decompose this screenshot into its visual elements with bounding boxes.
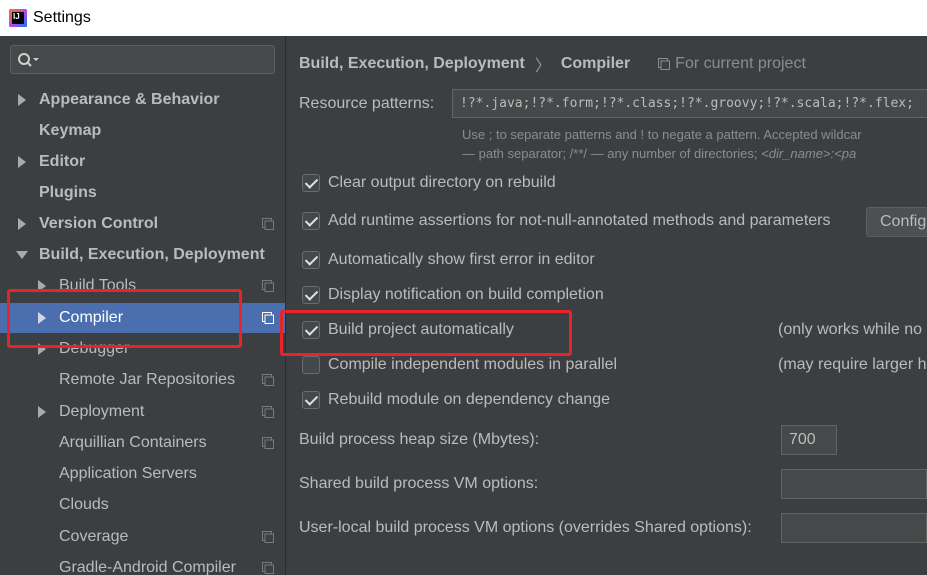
- option-build-notification[interactable]: Display notification on build completion: [302, 283, 604, 307]
- shared-vm-options-label: Shared build process VM options:: [299, 475, 539, 492]
- sidebar-item-keymap[interactable]: Keymap: [0, 116, 285, 146]
- resource-patterns-label: Resource patterns:: [299, 95, 435, 112]
- option-show-first-error[interactable]: Automatically show first error in editor: [302, 248, 595, 272]
- sidebar-item-label: Coverage: [59, 528, 129, 545]
- checkbox[interactable]: [302, 251, 320, 269]
- sidebar-item-build-execution-deployment[interactable]: Build, Execution, Deployment: [0, 240, 285, 270]
- option-build-automatically[interactable]: Build project automatically: [302, 318, 514, 342]
- breadcrumb-parent: Build, Execution, Deployment: [299, 55, 525, 72]
- sidebar-item-coverage[interactable]: Coverage: [0, 522, 285, 552]
- settings-sidebar: Appearance & Behavior Keymap Editor Plug…: [0, 36, 285, 575]
- sidebar-item-label: Compiler: [59, 309, 124, 326]
- sidebar-item-compiler[interactable]: Compiler: [0, 303, 285, 333]
- build-automatically-note: (only works while no: [778, 321, 923, 338]
- breadcrumb-separator: 〉: [534, 58, 551, 75]
- sidebar-item-label: Debugger: [59, 340, 130, 357]
- compiler-settings-panel: Build, Execution, Deployment 〉 Compiler …: [286, 36, 927, 575]
- sidebar-item-label: Build Tools: [59, 277, 137, 294]
- resource-hint-line1: Use ; to separate patterns and ! to nega…: [462, 127, 862, 142]
- sidebar-item-application-servers[interactable]: Application Servers: [0, 459, 285, 489]
- heap-size-input[interactable]: 700: [781, 425, 837, 455]
- sidebar-item-version-control[interactable]: Version Control: [0, 209, 285, 239]
- project-scope-icon: [262, 437, 274, 449]
- project-scope-icon: [262, 218, 274, 230]
- resource-hint-text: — path separator; /**/ — any number of d…: [462, 146, 762, 161]
- checkbox[interactable]: [302, 212, 320, 230]
- chevron-right-icon: [38, 312, 46, 324]
- option-rebuild-on-dependency[interactable]: Rebuild module on dependency change: [302, 388, 610, 412]
- option-label: Compile independent modules in parallel: [328, 356, 618, 373]
- chevron-right-icon: [18, 218, 26, 230]
- chevron-down-icon: [16, 251, 28, 259]
- sidebar-item-label: Build, Execution, Deployment: [39, 246, 265, 263]
- option-runtime-assertions[interactable]: Add runtime assertions for not-null-anno…: [302, 209, 831, 233]
- sidebar-item-build-tools[interactable]: Build Tools: [0, 271, 285, 301]
- sidebar-item-label: Plugins: [39, 184, 97, 201]
- chevron-right-icon: [18, 94, 26, 106]
- option-clear-output[interactable]: Clear output directory on rebuild: [302, 171, 556, 195]
- configure-annotations-button[interactable]: Config: [866, 207, 927, 237]
- sidebar-item-debugger[interactable]: Debugger: [0, 334, 285, 364]
- scope-indicator: For current project: [658, 55, 806, 73]
- resource-hint-line2: — path separator; /**/ — any number of d…: [462, 146, 856, 161]
- sidebar-item-gradle-android-compiler[interactable]: Gradle-Android Compiler: [0, 553, 285, 575]
- checkbox[interactable]: [302, 286, 320, 304]
- sidebar-item-label: Keymap: [39, 122, 102, 139]
- option-parallel-compile[interactable]: Compile independent modules in parallel: [302, 353, 617, 377]
- title-bar: IJ Settings: [0, 0, 927, 36]
- intellij-app-icon: IJ: [9, 9, 27, 27]
- chevron-right-icon: [38, 280, 46, 292]
- user-vm-options-label: User-local build process VM options (ove…: [299, 519, 752, 536]
- chevron-right-icon: [38, 343, 46, 355]
- search-icon: [18, 52, 39, 67]
- project-scope-icon: [262, 406, 274, 418]
- shared-vm-options-input[interactable]: [781, 469, 927, 499]
- sidebar-item-label: Application Servers: [59, 465, 197, 482]
- project-scope-icon: [262, 374, 274, 386]
- checkbox[interactable]: [302, 356, 320, 374]
- window-title: Settings: [33, 9, 91, 26]
- breadcrumb-current: Compiler: [560, 55, 631, 72]
- option-label: Rebuild module on dependency change: [328, 391, 610, 408]
- project-scope-icon: [658, 58, 671, 70]
- sidebar-item-label: Version Control: [39, 215, 159, 232]
- sidebar-item-editor[interactable]: Editor: [0, 147, 285, 177]
- sidebar-item-label: Arquillian Containers: [59, 434, 207, 451]
- option-label: Clear output directory on rebuild: [328, 174, 556, 191]
- checkbox[interactable]: [302, 321, 320, 339]
- sidebar-item-label: Deployment: [59, 403, 145, 420]
- heap-size-label: Build process heap size (Mbytes):: [299, 431, 540, 448]
- sidebar-item-plugins[interactable]: Plugins: [0, 178, 285, 208]
- sidebar-item-label: Editor: [39, 153, 86, 170]
- option-label: Add runtime assertions for not-null-anno…: [328, 212, 831, 229]
- scope-label: For current project: [675, 55, 806, 72]
- resource-hint-example: <dir_name>:<pa: [761, 146, 857, 161]
- resource-patterns-input[interactable]: !?*.java;!?*.form;!?*.class;!?*.groovy;!…: [452, 89, 927, 118]
- sidebar-item-remote-jar-repositories[interactable]: Remote Jar Repositories: [0, 365, 285, 395]
- sidebar-item-label: Appearance & Behavior: [39, 91, 220, 108]
- project-scope-icon: [262, 562, 274, 574]
- chevron-right-icon: [18, 156, 26, 168]
- project-scope-icon: [262, 312, 274, 324]
- sidebar-item-arquillian-containers[interactable]: Arquillian Containers: [0, 428, 285, 458]
- checkbox[interactable]: [302, 174, 320, 192]
- chevron-right-icon: [38, 406, 46, 418]
- option-label: Automatically show first error in editor: [328, 251, 595, 268]
- checkbox[interactable]: [302, 391, 320, 409]
- sidebar-item-label: Clouds: [59, 496, 109, 513]
- breadcrumb: Build, Execution, Deployment 〉 Compiler …: [299, 52, 806, 76]
- option-label: Display notification on build completion: [328, 286, 604, 303]
- user-vm-options-input[interactable]: [781, 513, 927, 543]
- parallel-compile-note: (may require larger h: [778, 356, 927, 373]
- sidebar-item-label: Gradle-Android Compiler: [59, 559, 236, 575]
- sidebar-item-appearance-behavior[interactable]: Appearance & Behavior: [0, 85, 285, 115]
- project-scope-icon: [262, 280, 274, 292]
- sidebar-item-deployment[interactable]: Deployment: [0, 397, 285, 427]
- search-input[interactable]: [10, 45, 275, 74]
- project-scope-icon: [262, 531, 274, 543]
- option-label: Build project automatically: [328, 321, 514, 338]
- sidebar-item-clouds[interactable]: Clouds: [0, 490, 285, 520]
- sidebar-item-label: Remote Jar Repositories: [59, 371, 236, 388]
